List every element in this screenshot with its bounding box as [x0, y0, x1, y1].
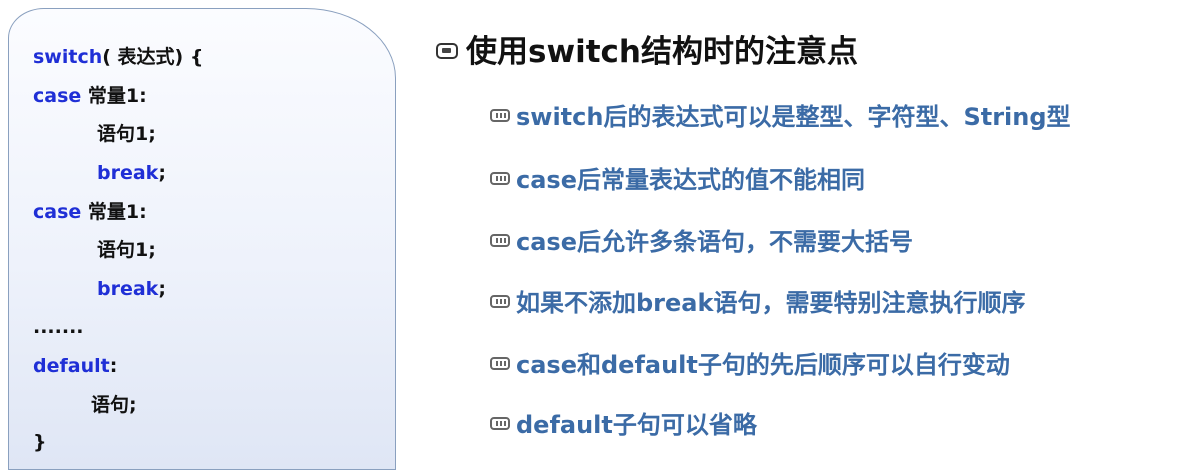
code-line-case-2: case 常量1:	[33, 201, 147, 223]
bullet-icon	[436, 42, 458, 59]
code-line-break-2: break;	[97, 278, 166, 300]
code-line-ellipsis: .......	[33, 316, 84, 338]
code-line-statement-2: 语句1;	[97, 239, 156, 261]
bullet-icon	[490, 108, 510, 122]
note-point-6: default子句可以省略	[490, 409, 757, 441]
note-point-4: 如果不添加break语句，需要特别注意执行顺序	[490, 287, 1025, 319]
code-line-switch: switch( 表达式) {	[33, 46, 204, 68]
bullet-icon	[490, 294, 510, 308]
bullet-icon	[490, 233, 510, 247]
note-point-3: case后允许多条语句，不需要大括号	[490, 226, 913, 258]
note-point-2: case后常量表达式的值不能相同	[490, 164, 865, 196]
code-line-case-1: case 常量1:	[33, 85, 147, 107]
slide-title: 使用switch结构时的注意点	[436, 30, 858, 74]
bullet-icon	[490, 171, 510, 185]
bullet-icon	[490, 416, 510, 430]
code-line-close-brace: }	[33, 431, 47, 453]
code-panel: switch( 表达式) { case 常量1: 语句1; break; cas…	[8, 8, 396, 470]
bullet-icon	[490, 356, 510, 370]
note-point-5: case和default子句的先后顺序可以自行变动	[490, 349, 1010, 381]
note-point-1: switch后的表达式可以是整型、字符型、String型	[490, 101, 1071, 133]
code-line-break-1: break;	[97, 162, 166, 184]
code-line-default: default:	[33, 355, 118, 377]
code-line-statement-1: 语句1;	[97, 123, 156, 145]
code-line-default-statement: 语句;	[91, 394, 137, 416]
